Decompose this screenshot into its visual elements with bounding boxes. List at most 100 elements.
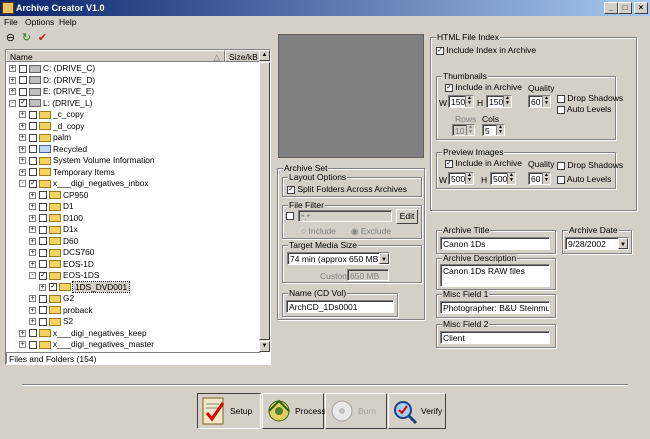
tree-checkbox[interactable] (29, 145, 37, 154)
tree-row[interactable]: + EOS-1D (29, 259, 94, 270)
tree-checkbox[interactable] (19, 76, 27, 85)
expand-icon[interactable]: + (29, 249, 36, 257)
preview-drop-shadows-checkbox[interactable]: Drop Shadows (557, 160, 623, 170)
expand-icon[interactable]: + (19, 111, 26, 119)
volume-name-input[interactable]: ArchCD_1Ds0001 (286, 300, 394, 313)
tree-checkbox[interactable] (29, 156, 37, 165)
tree-checkbox[interactable] (39, 306, 47, 315)
scroll-up-button[interactable]: ▲ (259, 50, 270, 61)
media-size-select[interactable]: 74 min (approx 650 MB) ▼ (287, 252, 390, 265)
tree-checkbox[interactable] (39, 317, 47, 326)
tree-checkbox[interactable] (29, 110, 37, 119)
preview-width-input[interactable]: 500 ▲ ▼ (448, 172, 474, 185)
tree-row[interactable]: + D: (DRIVE_D) (9, 75, 95, 86)
misc-field-1-input[interactable]: Photographer: B&U Steinmueller (440, 301, 550, 314)
expand-icon[interactable]: + (19, 134, 26, 142)
tree-checkbox[interactable] (39, 260, 47, 269)
expand-icon[interactable]: + (29, 226, 36, 234)
tree-row[interactable]: - ✓ EOS-1DS (29, 270, 99, 281)
expand-icon[interactable]: + (19, 168, 26, 176)
thumb-cols-input[interactable]: 5 ▲ ▼ (482, 124, 505, 136)
exclude-radio[interactable]: ◉ Exclude (351, 226, 391, 236)
tree-row[interactable]: + palm (19, 132, 71, 143)
include-index-checkbox[interactable]: ✓ Include Index in Archive (436, 45, 536, 55)
tree-row[interactable]: - ✓ L: (DRIVE_L) (9, 98, 92, 109)
scroll-thumb[interactable] (259, 62, 270, 340)
tree-checkbox[interactable] (29, 168, 37, 177)
tree-checkbox[interactable]: ✓ (39, 271, 47, 280)
tree-row[interactable]: + x___digi_negatives_master (19, 339, 154, 350)
minimize-button[interactable]: _ (604, 2, 618, 14)
tree-row[interactable]: + proback (29, 305, 93, 316)
tree-checkbox[interactable] (29, 122, 37, 131)
tree-checkbox[interactable] (39, 248, 47, 257)
tree-checkbox[interactable] (19, 87, 27, 96)
edit-filter-button[interactable]: Edit (396, 209, 418, 224)
archive-description-input[interactable]: Canon 1Ds RAW files (440, 264, 550, 287)
expand-icon[interactable]: + (19, 157, 26, 165)
expand-icon[interactable]: + (9, 76, 16, 84)
tree-checkbox[interactable] (29, 329, 37, 338)
menu-file[interactable]: File (4, 16, 18, 28)
tree-row[interactable]: + D1 (29, 201, 74, 212)
preview-include-checkbox[interactable]: ✓ Include in Archive (445, 158, 522, 168)
setup-button[interactable]: Setup (197, 393, 261, 429)
file-filter-input[interactable]: *.* (298, 210, 392, 222)
thumb-width-input[interactable]: 150 ▲ ▼ (448, 95, 474, 108)
folder-tree[interactable]: Name △ Size/kB + C: (DRIVE_C) + D: (DRIVE_D)… (5, 49, 271, 365)
tree-checkbox[interactable]: ✓ (19, 99, 27, 108)
tree-row[interactable]: + D100 (29, 213, 83, 224)
expand-icon[interactable]: + (19, 341, 26, 349)
tree-row[interactable]: + Temporary Items (19, 167, 115, 178)
menu-help[interactable]: Help (59, 16, 76, 28)
collapse-icon[interactable]: ⊖ (4, 32, 17, 45)
thumb-height-input[interactable]: 150 ▲ ▼ (486, 95, 512, 108)
thumbs-drop-shadows-checkbox[interactable]: Drop Shadows (557, 93, 623, 103)
maximize-button[interactable]: □ (618, 2, 632, 14)
expand-icon[interactable]: + (29, 260, 36, 268)
collapse-icon[interactable]: - (29, 272, 36, 280)
expand-icon[interactable]: + (9, 65, 16, 73)
expand-icon[interactable]: + (19, 329, 26, 337)
column-header-size[interactable]: Size/kB (225, 50, 261, 62)
tree-row[interactable]: + System Volume Information (19, 155, 154, 166)
tree-checkbox[interactable]: ✓ (49, 283, 57, 292)
tree-row[interactable]: + C: (DRIVE_C) (9, 63, 95, 74)
tree-row[interactable]: + x___digi_negatives_keep (19, 328, 147, 339)
scroll-down-button[interactable]: ▼ (259, 341, 270, 352)
expand-icon[interactable]: + (29, 191, 36, 199)
tree-checkbox[interactable] (29, 133, 37, 142)
thumbs-include-checkbox[interactable]: ✓ Include in Archive (445, 82, 522, 92)
custom-size-input[interactable]: 650 MB (347, 269, 389, 281)
archive-title-input[interactable]: Canon 1Ds (440, 237, 550, 250)
tree-scrollbar[interactable]: ▲ ▼ (259, 50, 270, 352)
tree-checkbox[interactable] (29, 340, 37, 349)
expand-icon[interactable]: + (29, 237, 36, 245)
include-radio[interactable]: ○ Include (301, 226, 336, 236)
tree-checkbox[interactable] (39, 225, 47, 234)
split-folders-checkbox[interactable]: ✓ Split Folders Across Archives (287, 184, 407, 194)
expand-icon[interactable]: + (29, 295, 36, 303)
tree-row[interactable]: + Recycled (19, 144, 87, 155)
thumb-rows-input[interactable]: 10 ▲ ▼ (452, 124, 475, 136)
tree-row[interactable]: + S2 (29, 316, 73, 327)
close-button[interactable]: × (634, 2, 648, 14)
column-header-name[interactable]: Name △ (6, 50, 225, 62)
tree-row[interactable]: + ✓ 1DS_DVD001 (39, 280, 131, 293)
tree-row[interactable]: + G2 (29, 293, 74, 304)
tree-row[interactable]: + DCS760 (29, 247, 94, 258)
tree-row[interactable]: + E: (DRIVE_E) (9, 86, 94, 97)
expand-icon[interactable]: + (39, 283, 46, 291)
refresh-icon[interactable]: ↻ (20, 32, 33, 45)
tree-row[interactable]: + _d_copy (19, 121, 84, 132)
preview-auto-levels-checkbox[interactable]: Auto Levels (557, 174, 611, 184)
preview-height-input[interactable]: 500 ▲ ▼ (490, 172, 516, 185)
tree-checkbox[interactable] (19, 64, 27, 73)
expand-icon[interactable]: + (29, 203, 36, 211)
tree-checkbox[interactable] (39, 202, 47, 211)
file-filter-checkbox[interactable] (286, 212, 294, 220)
tree-row[interactable]: + D1x (29, 224, 78, 235)
tree-row[interactable]: + D60 (29, 236, 78, 247)
expand-icon[interactable]: + (29, 214, 36, 222)
tree-row[interactable]: + CP950 (29, 190, 88, 201)
